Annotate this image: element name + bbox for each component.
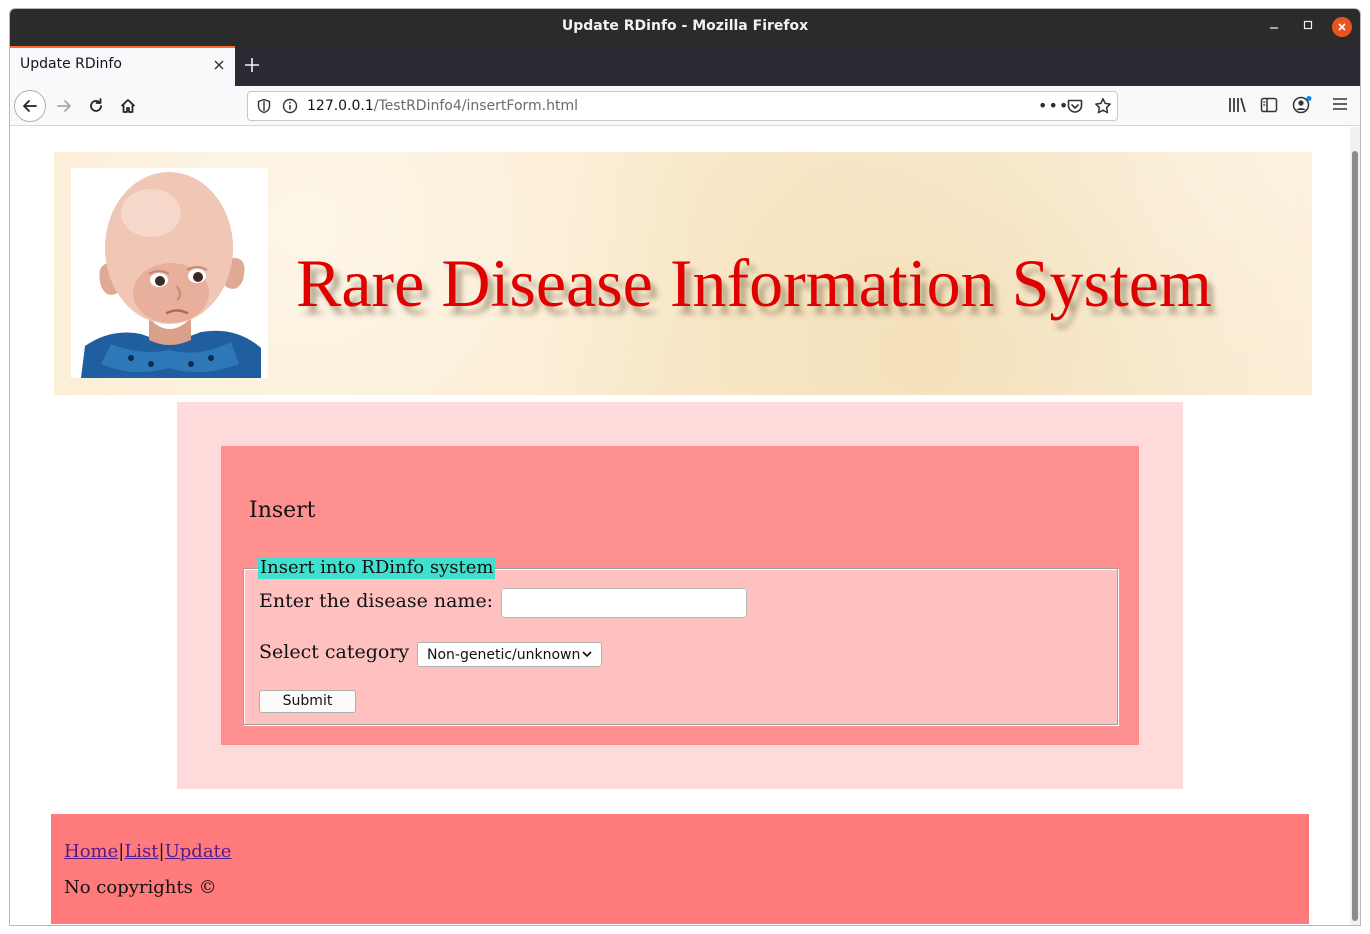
site-footer: Home|List|Update No copyrights ©	[51, 814, 1309, 924]
footer-link-home[interactable]: Home	[64, 841, 118, 862]
navigation-toolbar: 127.0.0.1/TestRDinfo4/insertForm.html ••…	[10, 86, 1360, 126]
library-icon[interactable]	[1228, 96, 1248, 118]
tab-update-rdinfo[interactable]: Update RDinfo	[10, 46, 235, 86]
title-bar: Update RDinfo - Mozilla Firefox	[10, 9, 1360, 46]
tracking-shield-icon[interactable]	[256, 98, 272, 118]
home-icon[interactable]	[112, 90, 144, 122]
new-tab-icon[interactable]	[242, 51, 262, 80]
page-actions-more-icon[interactable]: •••	[1038, 96, 1069, 115]
site-header-banner: Rare Disease Information System	[54, 152, 1312, 395]
maximize-icon[interactable]	[1298, 17, 1318, 37]
form-container: Insert Enter the disease name: Select ca…	[177, 402, 1183, 789]
scrollbar-thumb[interactable]	[1352, 151, 1358, 921]
url-text[interactable]: 127.0.0.1/TestRDinfo4/insertForm.html	[307, 98, 578, 114]
url-host: 127.0.0.1	[307, 98, 374, 114]
window-title: Update RDinfo - Mozilla Firefox	[561, 18, 809, 34]
disease-name-label: Enter the disease name:	[259, 590, 494, 612]
sidebar-icon[interactable]	[1260, 96, 1278, 118]
category-label: Select category	[259, 641, 410, 663]
account-icon[interactable]	[1292, 96, 1312, 118]
child-portrait-image	[71, 168, 268, 378]
footer-nav: Home|List|Update	[64, 841, 231, 862]
fieldset-legend: Insert into RDinfo system	[258, 557, 496, 579]
submit-button[interactable]: Submit	[259, 690, 356, 713]
tab-strip: Update RDinfo	[10, 46, 1360, 86]
insert-fieldset: Enter the disease name: Select category …	[243, 568, 1118, 725]
footer-link-list[interactable]: List	[124, 841, 158, 862]
minimize-icon[interactable]	[1264, 17, 1284, 37]
copyright-text: No copyrights ©	[64, 877, 217, 898]
vertical-scrollbar[interactable]	[1350, 127, 1360, 925]
bookmark-star-icon[interactable]	[1094, 97, 1112, 119]
hamburger-menu-icon[interactable]	[1332, 96, 1348, 116]
site-info-icon[interactable]	[282, 98, 298, 118]
category-selected-value: Non-genetic/unknown	[427, 646, 581, 663]
disease-name-input[interactable]	[501, 588, 747, 618]
chevron-down-icon	[581, 648, 593, 664]
tab-close-icon[interactable]	[213, 55, 225, 75]
tab-label: Update RDinfo	[20, 56, 122, 72]
page-content: Rare Disease Information System Insert E…	[10, 127, 1350, 925]
url-bar[interactable]: 127.0.0.1/TestRDinfo4/insertForm.html ••…	[247, 91, 1118, 121]
category-select[interactable]: Non-genetic/unknown	[417, 642, 602, 667]
reload-icon[interactable]	[80, 90, 112, 122]
pocket-icon[interactable]	[1066, 97, 1084, 119]
back-arrow-icon[interactable]	[14, 90, 46, 122]
browser-window: Update RDinfo - Mozilla Firefox Update R…	[9, 8, 1361, 926]
forward-arrow-icon[interactable]	[48, 90, 80, 122]
form-panel: Insert Enter the disease name: Select ca…	[221, 446, 1139, 745]
site-title: Rare Disease Information System	[296, 245, 1212, 321]
footer-link-update[interactable]: Update	[165, 841, 232, 862]
url-path: /TestRDinfo4/insertForm.html	[373, 98, 578, 114]
close-icon[interactable]	[1332, 17, 1352, 37]
form-heading: Insert	[249, 498, 316, 523]
